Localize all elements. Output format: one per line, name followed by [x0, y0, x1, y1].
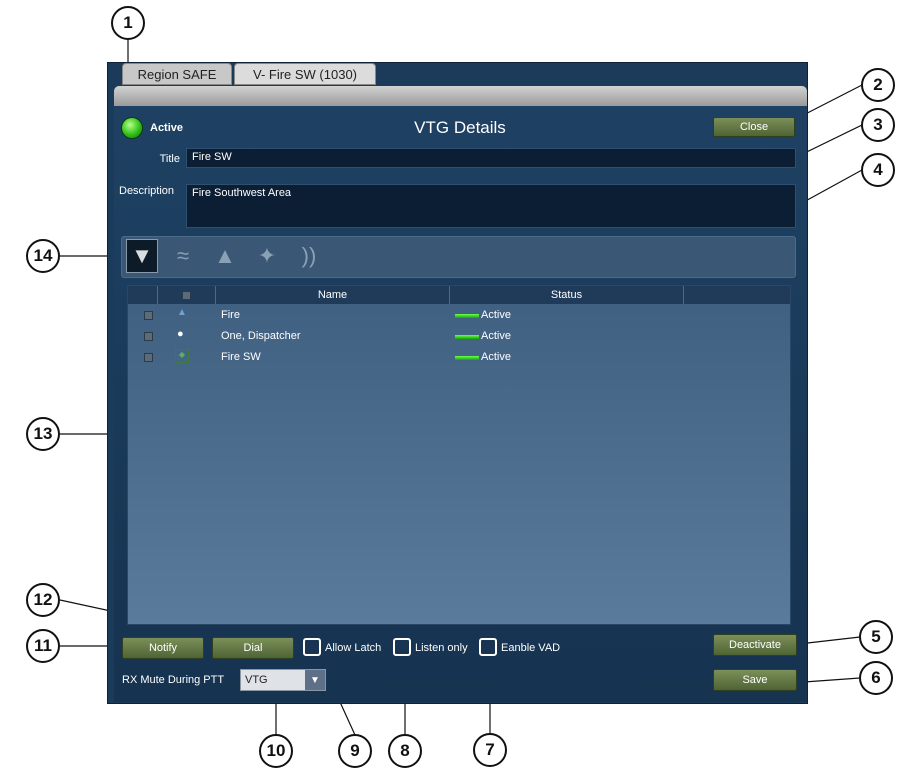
network-icon[interactable]: ✦ — [252, 240, 282, 272]
row-checkbox[interactable] — [144, 353, 153, 362]
column-header-status[interactable]: Status — [450, 286, 684, 304]
select-all-checkbox[interactable] — [182, 290, 191, 300]
column-header-name[interactable]: Name — [216, 286, 450, 304]
deactivate-button[interactable]: Deactivate — [713, 634, 797, 656]
callout-6: 6 — [859, 661, 893, 695]
save-button[interactable]: Save — [713, 669, 797, 691]
wifi-icon[interactable]: ≈ — [168, 240, 198, 272]
status-indicator — [455, 335, 479, 339]
member-name: Fire SW — [221, 351, 261, 363]
status-label: Active — [150, 122, 184, 134]
status-indicator — [455, 356, 479, 360]
title-bar — [114, 86, 807, 106]
callout-7: 7 — [473, 733, 507, 767]
column-header-extra — [684, 286, 790, 304]
shield-icon: ▲ — [177, 307, 187, 318]
status-indicator — [455, 314, 479, 318]
row-checkbox[interactable] — [144, 332, 153, 341]
allow-latch-label: Allow Latch — [325, 642, 382, 654]
callout-1: 1 — [111, 6, 145, 40]
tab-region-safe[interactable]: Region SAFE — [122, 63, 232, 85]
callout-11: 11 — [26, 629, 60, 663]
title-input[interactable]: Fire SW — [186, 148, 796, 168]
group-icon: ◆ — [175, 349, 189, 363]
callout-14: 14 — [26, 239, 60, 273]
member-status: Active — [481, 309, 511, 321]
chevron-down-icon[interactable]: ▼ — [305, 670, 325, 690]
person-icon: ● — [177, 328, 184, 340]
close-button[interactable]: Close — [713, 117, 795, 137]
description-input[interactable]: Fire Southwest Area — [186, 184, 796, 228]
tab-fire-sw[interactable]: V- Fire SW (1030) — [234, 63, 376, 85]
select-column-header — [128, 286, 158, 304]
listen-only-checkbox[interactable] — [393, 638, 411, 656]
dial-button[interactable]: Dial — [212, 637, 294, 659]
member-name: One, Dispatcher — [221, 330, 301, 342]
row-checkbox[interactable] — [144, 311, 153, 320]
listen-only-label: Listen only — [415, 642, 468, 654]
enable-vad-label: Eanble VAD — [501, 642, 561, 654]
page-title: VTG Details — [414, 118, 506, 137]
callout-13: 13 — [26, 417, 60, 451]
broadcast-icon[interactable]: )) — [294, 240, 324, 272]
member-status: Active — [481, 330, 511, 342]
member-name: Fire — [221, 309, 240, 321]
callout-8: 8 — [388, 734, 422, 768]
callout-12: 12 — [26, 583, 60, 617]
member-status: Active — [481, 351, 511, 363]
notify-button[interactable]: Notify — [122, 637, 204, 659]
title-label: Title — [159, 153, 180, 165]
allow-latch-checkbox[interactable] — [303, 638, 321, 656]
callout-10: 10 — [259, 734, 293, 768]
callout-4: 4 — [861, 153, 895, 187]
rx-mute-label: RX Mute During PTT — [122, 674, 225, 686]
description-label: Description — [119, 185, 175, 197]
callout-3: 3 — [861, 108, 895, 142]
stamp-icon[interactable]: ▲ — [210, 240, 240, 272]
status-led-icon — [121, 117, 143, 139]
select-all-header — [158, 286, 216, 304]
filter-icon[interactable]: ▼ — [126, 239, 158, 273]
callout-9: 9 — [338, 734, 372, 768]
callout-5: 5 — [859, 620, 893, 654]
enable-vad-checkbox[interactable] — [479, 638, 497, 656]
callout-2: 2 — [861, 68, 895, 102]
